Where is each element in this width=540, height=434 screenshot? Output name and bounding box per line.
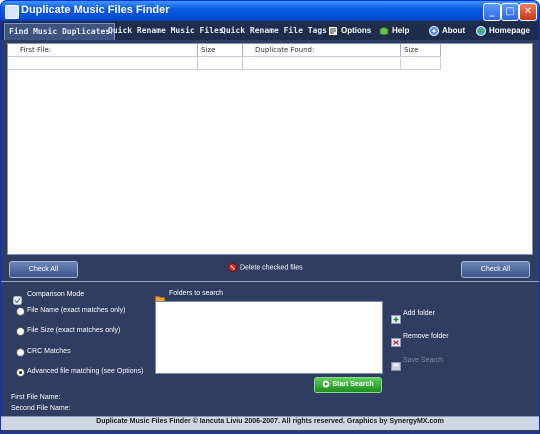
window-title: Duplicate Music Files Finder [21, 4, 170, 16]
tab-bar: Find Music Duplicates Quick Rename Music… [1, 21, 539, 40]
save-search-button[interactable]: Save Search [403, 357, 443, 364]
copyright-text: Duplicate Music Files Finder © Iancuta L… [96, 418, 444, 425]
empty-cell [401, 58, 441, 70]
tab-find-music-duplicates[interactable]: Find Music Duplicates [4, 23, 116, 40]
column-header-first-file[interactable]: First File: [8, 44, 198, 57]
comparison-icon [13, 290, 22, 305]
globe-icon [476, 25, 486, 36]
menu-help[interactable]: Help [379, 24, 409, 38]
delete-checked-label: Delete checked files [240, 264, 303, 272]
app-icon [5, 5, 19, 19]
second-file-name-label: Second File Name: [11, 405, 71, 412]
add-folder-button[interactable]: Add folder [403, 310, 435, 317]
comparison-mode-heading: Comparison Mode [27, 291, 85, 298]
folders-to-search-heading: Folders to search [169, 290, 224, 297]
radio-file-size[interactable] [16, 327, 25, 336]
maximize-button[interactable]: □ [501, 3, 519, 21]
divider [1, 281, 539, 282]
menu-homepage-label: Homepage [489, 26, 530, 35]
radio-file-name[interactable] [16, 307, 25, 316]
help-icon [379, 26, 389, 36]
menu-homepage[interactable]: Homepage [476, 24, 530, 38]
minimize-button[interactable]: _ [483, 3, 501, 21]
column-header-size-1[interactable]: Size [198, 44, 243, 57]
column-header-duplicate-found[interactable]: Duplicate Found: [243, 44, 401, 57]
options-icon [328, 25, 338, 36]
title-bar[interactable]: Duplicate Music Files Finder _ □ ✕ [1, 1, 539, 21]
remove-folder-button[interactable]: Remove folder [403, 333, 449, 340]
duplicates-list[interactable]: First File: Size Duplicate Found: Size [7, 43, 533, 255]
empty-cell [8, 58, 198, 70]
folders-list[interactable] [155, 301, 383, 374]
delete-icon [228, 263, 237, 272]
folder-icon [155, 289, 165, 304]
delete-checked-button[interactable]: Delete checked files [228, 263, 303, 272]
empty-cell [198, 58, 243, 70]
radio-crc-matches[interactable] [16, 348, 25, 357]
first-file-name-label: First File Name: [11, 394, 61, 401]
radio-advanced-matching-label[interactable]: Advanced file matching (see Options) [27, 368, 143, 375]
app-window: Duplicate Music Files Finder _ □ ✕ Find … [0, 0, 540, 434]
radio-file-size-label[interactable]: File Size (exact matches only) [27, 327, 120, 334]
check-all-left-button[interactable]: Check All [9, 261, 78, 278]
close-button[interactable]: ✕ [519, 3, 537, 21]
radio-file-name-label[interactable]: File Name (exact matches only) [27, 307, 125, 314]
empty-cell [243, 58, 401, 70]
check-all-right-button[interactable]: Check All [461, 261, 530, 278]
radio-advanced-matching[interactable] [16, 368, 25, 377]
column-header-size-2[interactable]: Size [401, 44, 441, 57]
save-search-icon [391, 356, 401, 371]
menu-about-label: About [442, 26, 466, 35]
about-icon [429, 25, 439, 36]
menu-options-label: Options [341, 26, 372, 35]
menu-about[interactable]: About [429, 24, 465, 38]
start-search-label: Start Search [332, 381, 374, 388]
menu-options[interactable]: Options [328, 24, 371, 38]
add-folder-icon [391, 309, 401, 324]
status-bar: Duplicate Music Files Finder © Iancuta L… [1, 416, 539, 430]
tab-quick-rename-music-files[interactable]: Quick Rename Music Files [108, 23, 224, 39]
menu-help-label: Help [392, 26, 410, 35]
start-search-icon [322, 380, 330, 388]
radio-crc-matches-label[interactable]: CRC Matches [27, 348, 71, 355]
tab-quick-rename-file-tags[interactable]: Quick Rename File Tags [221, 23, 327, 39]
start-search-button[interactable]: Start Search [314, 377, 382, 393]
remove-folder-icon [391, 332, 401, 347]
